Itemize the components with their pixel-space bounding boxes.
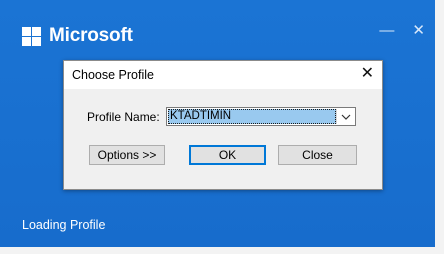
loading-status: Loading Profile xyxy=(22,218,106,232)
close-button[interactable]: Close xyxy=(278,145,357,165)
dialog-title: Choose Profile xyxy=(72,68,154,82)
choose-profile-dialog: Choose Profile ✕ Profile Name: KTADTIMIN… xyxy=(63,60,383,190)
profile-name-value[interactable]: KTADTIMIN xyxy=(168,109,336,124)
microsoft-logo-icon xyxy=(22,26,41,46)
close-window-button[interactable]: ✕ xyxy=(412,22,425,40)
options-button[interactable]: Options >> xyxy=(89,145,165,165)
brand-name: Microsoft xyxy=(49,25,133,46)
minimize-button[interactable]: — xyxy=(379,22,394,40)
brand: Microsoft xyxy=(22,25,133,47)
profile-name-select[interactable]: KTADTIMIN xyxy=(166,107,356,126)
dialog-close-icon[interactable]: ✕ xyxy=(361,65,374,83)
ok-button[interactable]: OK xyxy=(189,145,266,165)
profile-name-label: Profile Name: xyxy=(87,110,160,124)
dialog-titlebar: Choose Profile ✕ xyxy=(64,61,382,89)
dropdown-arrow-icon[interactable] xyxy=(336,109,354,124)
window-controls: — ✕ xyxy=(379,22,425,40)
